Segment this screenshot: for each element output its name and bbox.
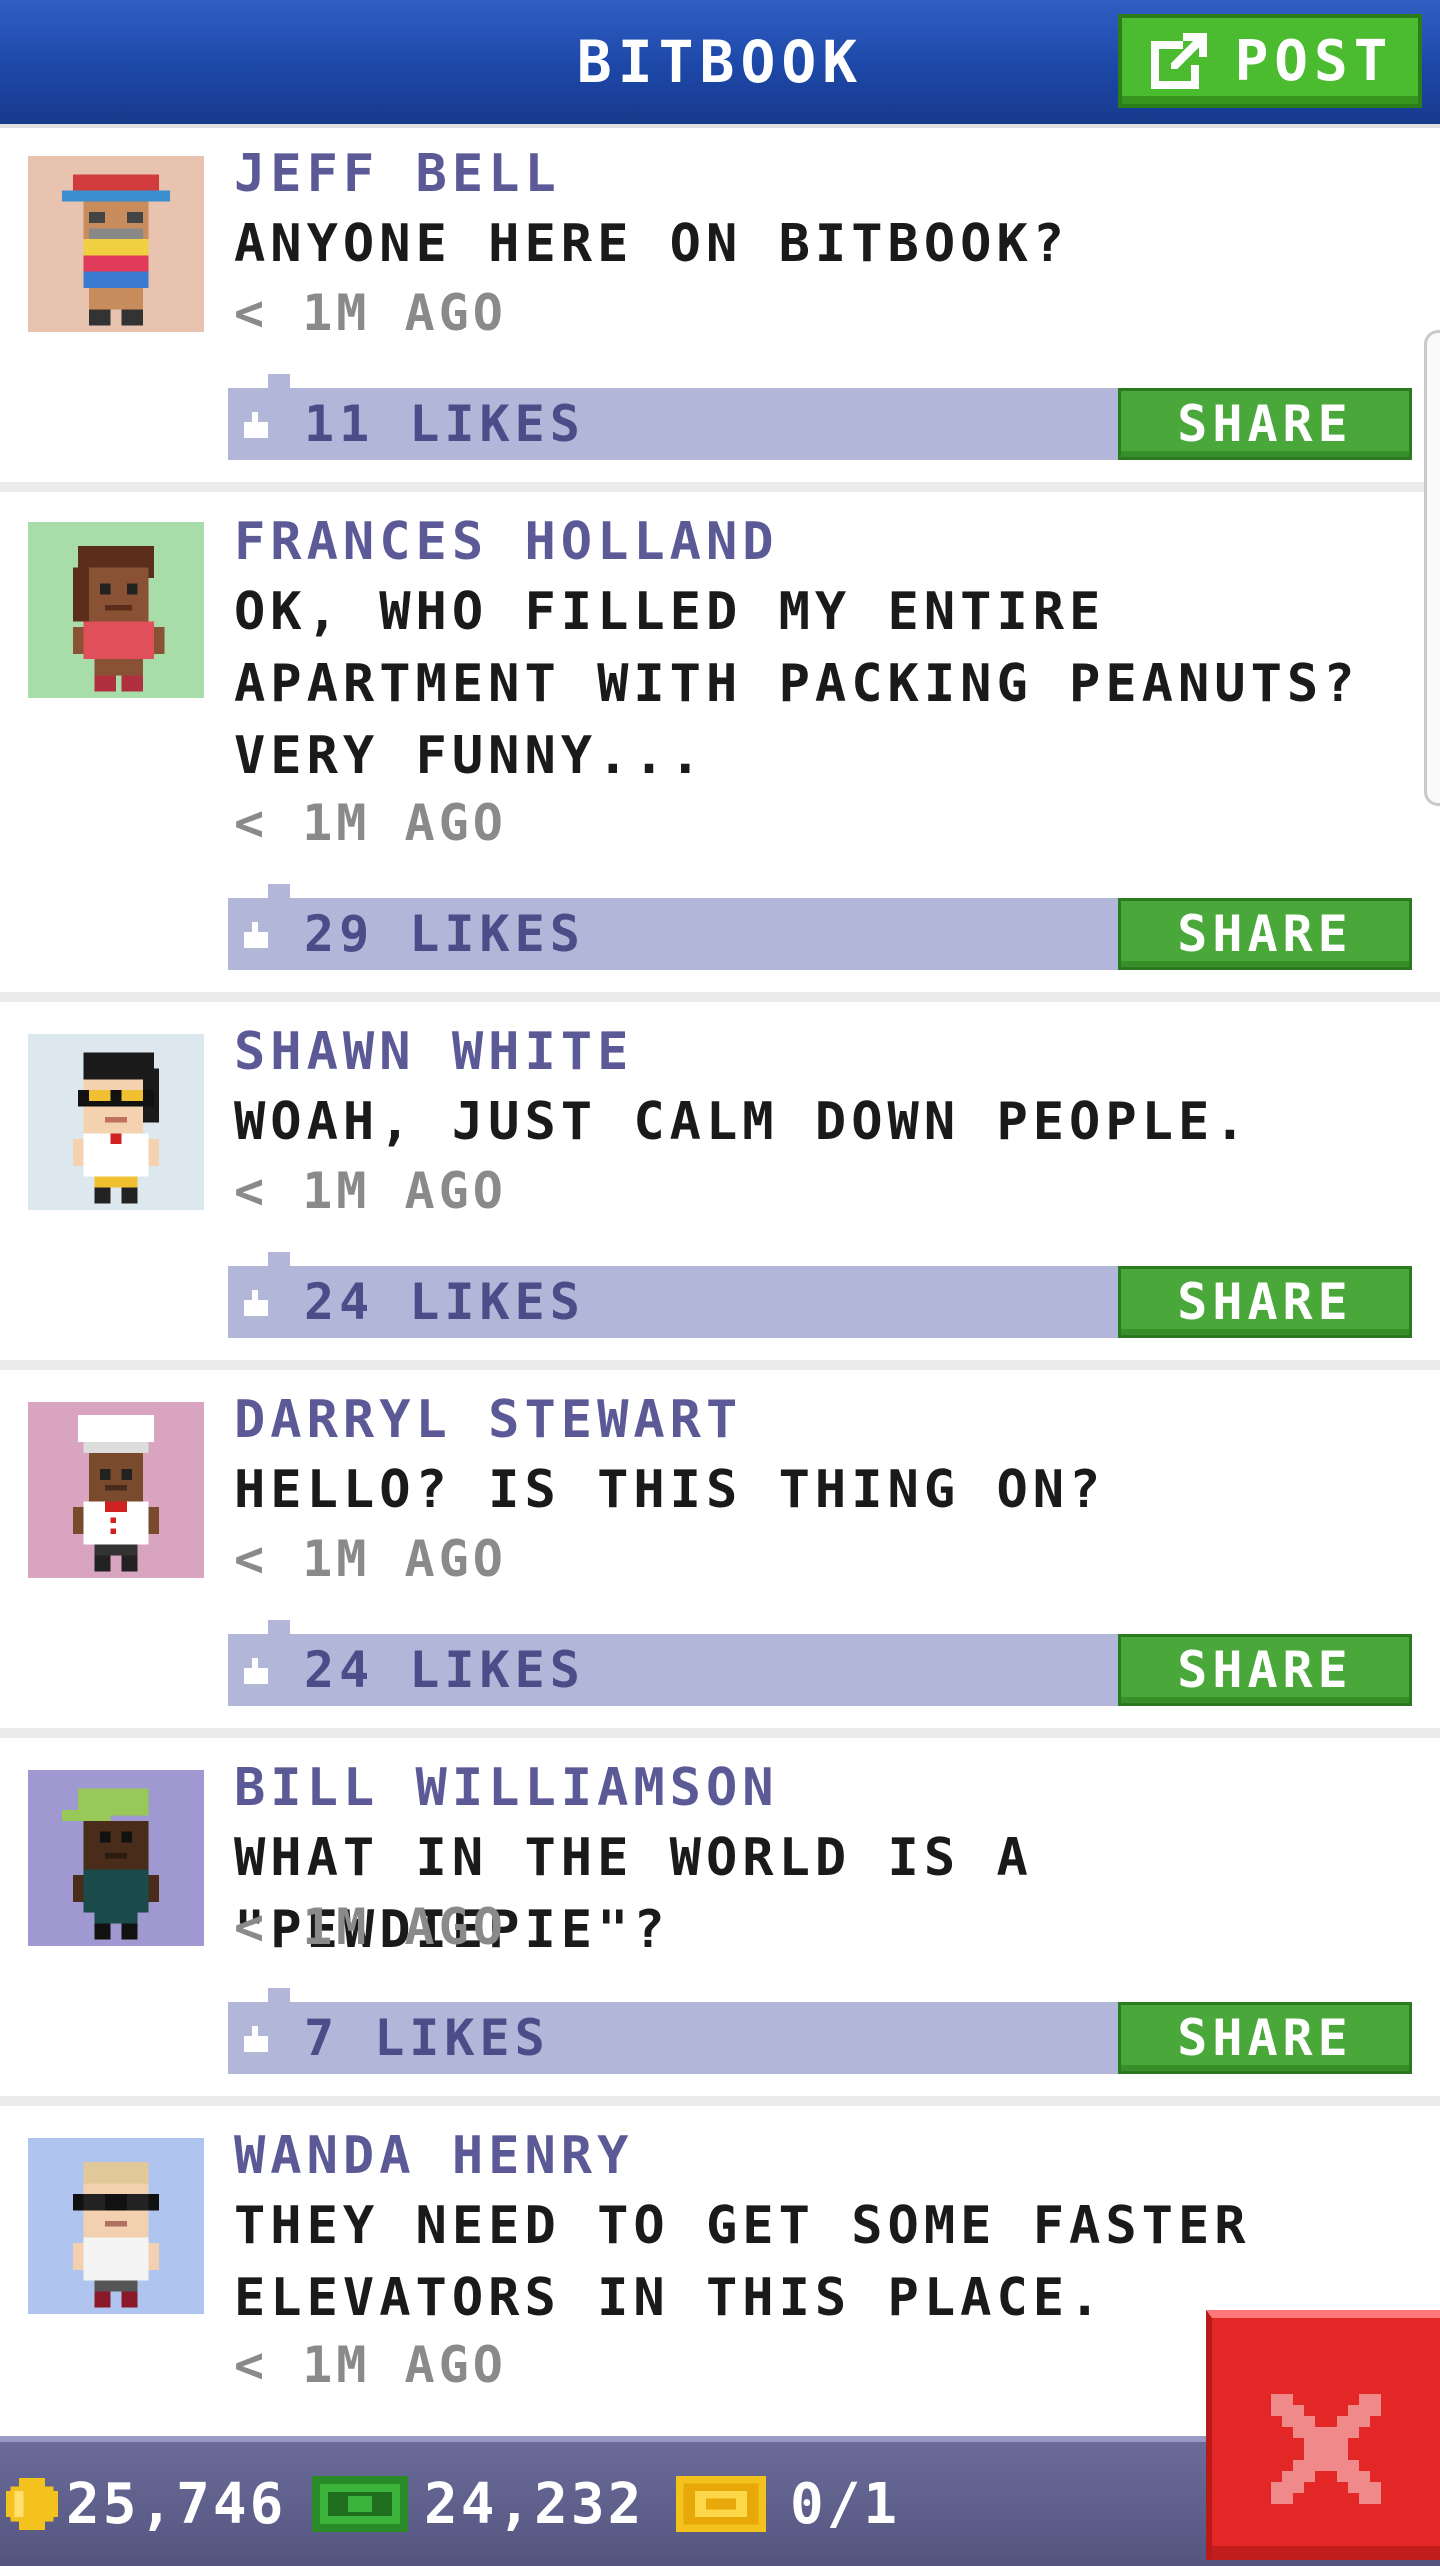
avatar-sprite-icon: [62, 174, 170, 326]
avatar: [28, 522, 204, 698]
share-button[interactable]: SHARE: [1118, 898, 1412, 970]
post-message: OK, WHO FILLED MY ENTIRE APARTMENT WITH …: [234, 582, 1360, 786]
avatar-sprite-icon: [72, 545, 165, 692]
post-time: < 1M AGO: [234, 284, 507, 342]
post-message: WOAH, JUST CALM DOWN PEOPLE.: [234, 1092, 1251, 1152]
close-icon: [1271, 2394, 1381, 2504]
poster-name[interactable]: BILL WILLIAMSON: [234, 1758, 779, 1818]
share-button[interactable]: SHARE: [1118, 1266, 1412, 1338]
app-header: BITBOOK POST: [0, 0, 1440, 124]
share-button[interactable]: SHARE: [1118, 2002, 1412, 2074]
like-bar: 11 LIKES SHARE: [228, 374, 1412, 460]
likes-count: 24 LIKES: [304, 1273, 585, 1331]
thumbs-up-icon[interactable]: [242, 1658, 270, 1684]
avatar: [28, 1770, 204, 1946]
compose-icon: [1150, 33, 1207, 89]
scrollbar[interactable]: [1424, 330, 1440, 806]
like-bar: 7 LIKES SHARE: [228, 1988, 1412, 2074]
post-time: < 1M AGO: [234, 2336, 507, 2394]
like-bar-tab: [268, 374, 290, 388]
post-message: HELLO? IS THIS THING ON?: [234, 1460, 1106, 1520]
like-bar: 24 LIKES SHARE: [228, 1252, 1412, 1338]
bux-icon: [312, 2476, 408, 2532]
coin-icon: [6, 2478, 58, 2530]
coins-value: 25,746: [66, 2471, 287, 2537]
avatar-sprite-icon: [72, 2161, 160, 2308]
likes-count: 29 LIKES: [304, 905, 585, 963]
likes-count: 11 LIKES: [304, 395, 585, 453]
poster-name[interactable]: WANDA HENRY: [234, 2126, 633, 2186]
likes-count: 7 LIKES: [304, 2009, 550, 2067]
feed-post: SHAWN WHITE WOAH, JUST CALM DOWN PEOPLE.…: [0, 1002, 1440, 1370]
avatar: [28, 2138, 204, 2314]
like-bar-tab: [268, 884, 290, 898]
poster-name[interactable]: JEFF BELL: [234, 144, 561, 204]
feed-post: FRANCES HOLLAND OK, WHO FILLED MY ENTIRE…: [0, 492, 1440, 1002]
avatar-sprite-icon: [72, 1052, 160, 1204]
avatar: [28, 1402, 204, 1578]
poster-name[interactable]: SHAWN WHITE: [234, 1022, 633, 1082]
like-bar-tab: [268, 1620, 290, 1634]
bux-display: 24,232: [312, 2442, 644, 2566]
post-button[interactable]: POST: [1118, 14, 1422, 108]
feed-post: DARRYL STEWART HELLO? IS THIS THING ON? …: [0, 1370, 1440, 1738]
feed-post: JEFF BELL ANYONE HERE ON BITBOOK? < 1M A…: [0, 124, 1440, 492]
tickets-display: 0/1: [676, 2442, 900, 2566]
like-bar-tab: [268, 1252, 290, 1266]
like-bar: 29 LIKES SHARE: [228, 884, 1412, 970]
post-time: < 1M AGO: [234, 1898, 507, 1956]
like-bar-tab: [268, 1988, 290, 2002]
bux-value: 24,232: [424, 2471, 645, 2537]
thumbs-up-icon[interactable]: [242, 1290, 270, 1316]
post-time: < 1M AGO: [234, 1162, 507, 1220]
feed-post: BILL WILLIAMSON WHAT IN THE WORLD IS A "…: [0, 1738, 1440, 2106]
thumbs-up-icon[interactable]: [242, 412, 270, 438]
post-time: < 1M AGO: [234, 794, 507, 852]
post-time: < 1M AGO: [234, 1530, 507, 1588]
avatar: [28, 1034, 204, 1210]
share-button[interactable]: SHARE: [1118, 1634, 1412, 1706]
like-bar: 24 LIKES SHARE: [228, 1620, 1412, 1706]
share-button[interactable]: SHARE: [1118, 388, 1412, 460]
bitbook-feed[interactable]: JEFF BELL ANYONE HERE ON BITBOOK? < 1M A…: [0, 124, 1440, 2446]
likes-count: 24 LIKES: [304, 1641, 585, 1699]
tickets-value: 0/1: [790, 2471, 901, 2537]
avatar: [28, 156, 204, 332]
thumbs-up-icon[interactable]: [242, 2026, 270, 2052]
avatar-sprite-icon: [62, 1788, 160, 1940]
post-button-label: POST: [1234, 28, 1394, 94]
poster-name[interactable]: DARRYL STEWART: [234, 1390, 742, 1450]
golden-ticket-icon: [676, 2476, 766, 2532]
close-button[interactable]: [1206, 2310, 1440, 2560]
poster-name[interactable]: FRANCES HOLLAND: [234, 512, 779, 572]
coins-display: 25,746: [6, 2442, 286, 2566]
thumbs-up-icon[interactable]: [242, 922, 270, 948]
avatar-sprite-icon: [72, 1415, 160, 1572]
post-message: ANYONE HERE ON BITBOOK?: [234, 214, 1070, 274]
